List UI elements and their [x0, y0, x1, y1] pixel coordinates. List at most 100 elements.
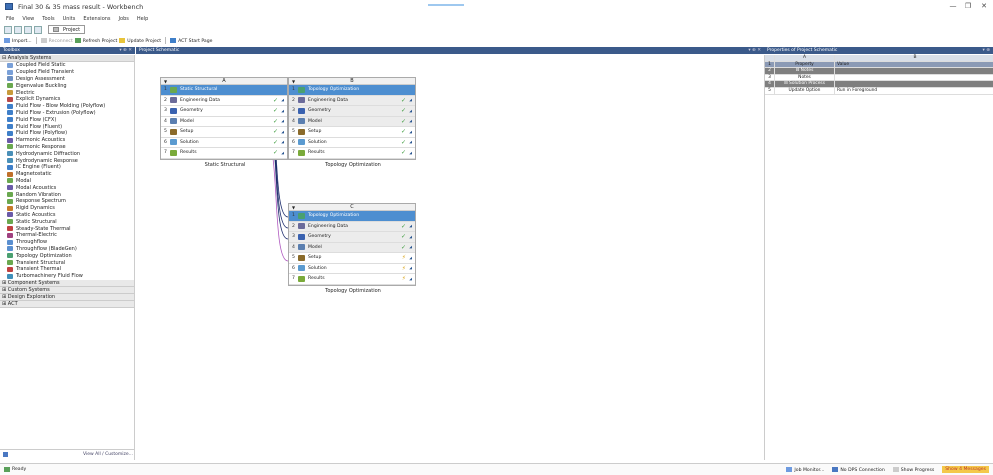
toolbox-item[interactable]: Fluid Flow (Polyflow): [0, 130, 134, 137]
system-cell[interactable]: 5 Setup ✓ ◢: [289, 127, 415, 138]
toolbox-item[interactable]: Transient Thermal: [0, 266, 134, 273]
system-cell[interactable]: 4 Model ✓ ◢: [289, 242, 415, 253]
toolbox-item[interactable]: Coupled Field Static: [0, 62, 134, 69]
show-progress-button[interactable]: Show Progress: [892, 466, 934, 473]
dropdown-icon[interactable]: ▼: [292, 79, 295, 84]
toolbox-item[interactable]: Eigenvalue Buckling: [0, 82, 134, 89]
schematic-panel-controls[interactable]: ▾ ⊕ ✕: [748, 48, 761, 53]
import-button[interactable]: Import...: [4, 37, 32, 44]
dropdown-icon[interactable]: ▼: [292, 205, 295, 210]
toolbox-item[interactable]: Hydrodynamic Diffraction: [0, 150, 134, 157]
restore-button[interactable]: ❐: [961, 2, 975, 10]
system-cell[interactable]: 6 Solution ⚡ ◢: [289, 264, 415, 274]
system-cell[interactable]: 3 Geometry ✓ ◢: [289, 232, 415, 243]
toolbox-item[interactable]: Modal: [0, 178, 134, 185]
system-block-b[interactable]: ▼ B 1 Topology Optimization 2 Engineering Dat…: [288, 77, 416, 168]
act-start-page-button[interactable]: ACT Start Page: [170, 37, 212, 44]
toolbox-item[interactable]: Harmonic Acoustics: [0, 137, 134, 144]
new-icon[interactable]: [4, 25, 12, 34]
system-cell[interactable]: 1 Topology Optimization: [289, 85, 415, 96]
system-cell[interactable]: 7 Results ⚡ ◢: [289, 274, 415, 285]
system-cell[interactable]: 5 Setup ⚡ ◢: [289, 253, 415, 264]
system-cell[interactable]: 7 Results ✓ ◢: [161, 148, 287, 159]
toolbox-item[interactable]: Rigid Dynamics: [0, 205, 134, 212]
system-cell[interactable]: 3 Geometry ✓ ◢: [161, 106, 287, 117]
toolbox-section[interactable]: ⊞ Custom Systems: [0, 286, 134, 294]
property-row[interactable]: 4 ⊟ Solution Process: [765, 81, 993, 88]
open-icon[interactable]: [14, 25, 22, 34]
property-value[interactable]: Value: [835, 62, 993, 68]
system-block-c[interactable]: ▼ C 1 Topology Optimization 2 Engineering Dat…: [288, 203, 416, 294]
toolbox-item[interactable]: Harmonic Response: [0, 144, 134, 151]
toolbox-item[interactable]: Design Assessment: [0, 76, 134, 83]
toolbox-item[interactable]: Thermal-Electric: [0, 232, 134, 239]
toolbox-item[interactable]: Explicit Dynamics: [0, 96, 134, 103]
toolbox-item[interactable]: Fluid Flow - Extrusion (Polyflow): [0, 110, 134, 117]
toolbox-item[interactable]: Hydrodynamic Response: [0, 157, 134, 164]
system-cell[interactable]: 6 Solution ✓ ◢: [289, 138, 415, 148]
toolbox-item[interactable]: Transient Structural: [0, 259, 134, 266]
properties-panel-controls[interactable]: ▾ ⊕: [983, 48, 990, 53]
system-cell[interactable]: 6 Solution ✓ ◢: [161, 138, 287, 148]
toolbox-item[interactable]: Fluid Flow (CFX): [0, 116, 134, 123]
system-cell[interactable]: 2 Engineering Data ✓ ◢: [289, 221, 415, 232]
dps-connection-button[interactable]: No DPS Connection: [832, 466, 885, 473]
close-button[interactable]: ✕: [977, 2, 991, 10]
toolbox-section[interactable]: ⊞ Component Systems: [0, 279, 134, 287]
system-caption[interactable]: Topology Optimization: [289, 288, 417, 294]
toolbox-item[interactable]: Topology Optimization: [0, 252, 134, 259]
property-value[interactable]: [835, 81, 993, 87]
toolbox-item[interactable]: Magnetostatic: [0, 171, 134, 178]
system-cell[interactable]: 1 Topology Optimization: [289, 211, 415, 222]
menu-help[interactable]: Help: [137, 16, 148, 22]
view-all-customize-link[interactable]: View All / Customize...: [83, 452, 133, 457]
show-messages-button[interactable]: Show 4 Messages: [942, 466, 989, 473]
system-block-a[interactable]: ▼ A 1 Static Structural 2 Engineering Data ✓ ◢ 3…: [160, 77, 288, 168]
filter-icon[interactable]: [3, 451, 8, 457]
toolbox-section[interactable]: ⊞ ACT: [0, 300, 134, 308]
update-project-button[interactable]: Update Project: [119, 37, 161, 44]
property-value[interactable]: Run in Foreground: [835, 88, 993, 94]
system-cell[interactable]: 2 Engineering Data ✓ ◢: [161, 96, 287, 106]
toolbox-section[interactable]: ⊞ Design Exploration: [0, 293, 134, 301]
menu-view[interactable]: View: [22, 16, 34, 22]
refresh-project-button[interactable]: Refresh Project: [74, 37, 117, 44]
toolbox-item[interactable]: IC Engine (Fluent): [0, 164, 134, 171]
system-caption[interactable]: Topology Optimization: [289, 162, 417, 168]
toolbox-item[interactable]: Modal Acoustics: [0, 184, 134, 191]
job-monitor-button[interactable]: Job Monitor...: [786, 466, 824, 473]
property-value[interactable]: [835, 75, 993, 81]
system-cell[interactable]: 3 Geometry ✓ ◢: [289, 106, 415, 117]
reconnect-button[interactable]: Reconnect: [40, 37, 73, 44]
menu-tools[interactable]: Tools: [42, 16, 54, 22]
toolbox-item[interactable]: Turbomachinery Fluid Flow: [0, 273, 134, 280]
system-cell[interactable]: 5 Setup ✓ ◢: [161, 127, 287, 138]
toolbox-item[interactable]: Throughflow (BladeGen): [0, 246, 134, 253]
save-icon[interactable]: [24, 25, 32, 34]
system-cell[interactable]: 4 Model ✓ ◢: [161, 117, 287, 127]
toolbox-item[interactable]: Random Vibration: [0, 191, 134, 198]
tab-project[interactable]: Project: [48, 25, 86, 34]
toolbox-item[interactable]: Throughflow: [0, 239, 134, 246]
toolbox-item[interactable]: Static Structural: [0, 218, 134, 225]
dropdown-icon[interactable]: ▼: [164, 79, 167, 84]
analysis-systems-section[interactable]: ⊟ Analysis Systems: [0, 55, 134, 62]
toolbox-item[interactable]: Fluid Flow (Fluent): [0, 123, 134, 130]
menu-file[interactable]: File: [6, 16, 14, 22]
system-cell[interactable]: 1 Static Structural: [161, 85, 287, 96]
system-caption[interactable]: Static Structural: [161, 162, 289, 168]
property-value[interactable]: [835, 68, 993, 74]
menu-units[interactable]: Units: [63, 16, 76, 22]
toolbox-item[interactable]: Response Spectrum: [0, 198, 134, 205]
menu-jobs[interactable]: Jobs: [119, 16, 129, 22]
system-cell[interactable]: 4 Model ✓ ◢: [289, 116, 415, 127]
toolbox-item[interactable]: Steady-State Thermal: [0, 225, 134, 232]
minimize-button[interactable]: —: [946, 2, 960, 10]
toolbox-panel-controls[interactable]: ▾ ⊕ ✕: [119, 48, 132, 53]
menu-extensions[interactable]: Extensions: [83, 16, 110, 22]
property-row[interactable]: 5 Update Option Run in Foreground: [765, 87, 993, 95]
toolbox-item[interactable]: Fluid Flow - Blow Molding (Polyflow): [0, 103, 134, 110]
toolbox-item[interactable]: Electric: [0, 89, 134, 96]
toolbox-item[interactable]: Static Acoustics: [0, 212, 134, 219]
system-cell[interactable]: 7 Results ✓ ◢: [289, 148, 415, 159]
